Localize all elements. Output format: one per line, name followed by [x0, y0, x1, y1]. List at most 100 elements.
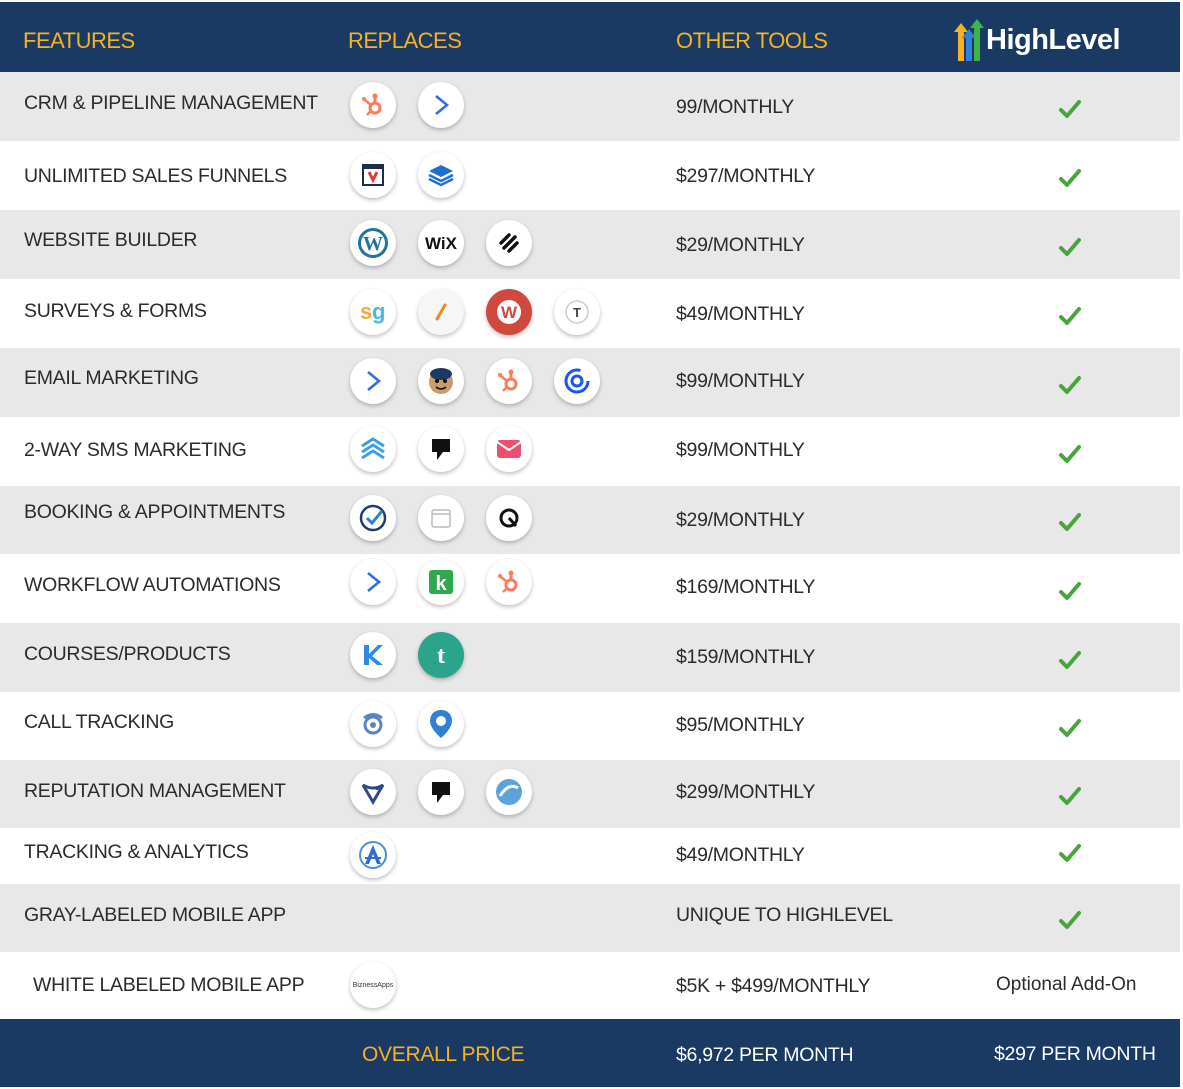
surveygizmo-icon: sg — [350, 289, 396, 335]
replaced-tools: BiznessApps — [350, 962, 396, 1008]
layers-icon — [350, 426, 396, 472]
leadpages-icon — [418, 152, 464, 198]
wordpress-icon: W — [350, 220, 396, 266]
mail-icon — [486, 426, 532, 472]
calendly-check-icon — [350, 495, 396, 541]
table-row: CALL TRACKING $95/MONTHLY — [0, 692, 1180, 760]
other-tools-total: $6,972 PER MONTH — [676, 1044, 854, 1066]
other-tools-price: $297/MONTHLY — [676, 165, 816, 187]
other-tools-price: $49/MONTHLY — [676, 303, 805, 325]
table-row: EMAIL MARKETING $99/MONTHLY — [0, 348, 1180, 417]
feature-label: WEBSITE BUILDER — [24, 229, 198, 251]
jotform-icon — [418, 289, 464, 335]
feature-label: GRAY-LABELED MOBILE APP — [24, 904, 286, 926]
feature-label: WHITE LABELED MOBILE APP — [33, 974, 305, 996]
svg-text:t: t — [437, 643, 445, 669]
table-row: WEBSITE BUILDER W WiX $29/MONTHLY — [0, 210, 1180, 279]
typeform-icon: T — [554, 289, 600, 335]
table-header: FEATURES REPLACES OTHER TOOLS HighLevel — [0, 2, 1180, 72]
feature-label: CALL TRACKING — [24, 711, 174, 733]
bizness-apps-label: BiznessApps — [352, 981, 394, 989]
other-tools-price: $29/MONTHLY — [676, 234, 805, 256]
svg-text:g: g — [372, 299, 385, 324]
table-row: CRM & PIPELINE MANAGEMENT 99/MONTHLY — [0, 72, 1180, 141]
checkmark-icon — [1058, 717, 1082, 739]
replaced-tools — [350, 701, 464, 747]
birdeye-icon — [350, 769, 396, 815]
svg-text:WiX: WiX — [425, 234, 458, 253]
replaced-tools: t — [350, 632, 464, 678]
hubspot-icon — [486, 358, 532, 404]
checkmark-icon — [1058, 167, 1082, 189]
activecampaign-icon — [350, 559, 396, 605]
replaced-tools — [350, 769, 532, 815]
table-row: 2-WAY SMS MARKETING $99/MONTHLY — [0, 417, 1180, 486]
svg-text:T: T — [573, 305, 581, 320]
replaced-tools: W WiX — [350, 220, 532, 266]
bizness-apps-icon: BiznessApps — [350, 962, 396, 1008]
feature-label: 2-WAY SMS MARKETING — [24, 439, 247, 461]
other-tools-price: 99/MONTHLY — [676, 96, 794, 118]
checkmark-icon — [1058, 649, 1082, 671]
replaced-tools: k — [350, 559, 532, 605]
checkmark-icon — [1058, 909, 1082, 931]
svg-text:W: W — [363, 233, 383, 255]
table-row: SURVEYS & FORMS s g W T $49/MONTHLY — [0, 279, 1180, 348]
other-tools-price: UNIQUE TO HIGHLEVEL — [676, 904, 893, 926]
podium-icon — [418, 426, 464, 472]
checkmark-icon — [1058, 580, 1082, 602]
kajabi-icon — [350, 632, 396, 678]
keap-icon: k — [418, 559, 464, 605]
feature-label: CRM & PIPELINE MANAGEMENT — [24, 92, 318, 114]
svg-text:k: k — [435, 573, 447, 595]
table-row: UNLIMITED SALES FUNNELS $297/MONTHLY — [0, 141, 1180, 210]
svg-text:s: s — [360, 299, 372, 324]
feature-label: UNLIMITED SALES FUNNELS — [24, 165, 287, 187]
table-row: COURSES/PRODUCTS t $159/MONTHLY — [0, 623, 1180, 692]
other-tools-price: $99/MONTHLY — [676, 370, 805, 392]
checkmark-icon — [1058, 785, 1082, 807]
replaced-tools — [350, 426, 532, 472]
teachable-icon: t — [418, 632, 464, 678]
calendar-icon — [418, 495, 464, 541]
replaced-tools — [350, 152, 464, 198]
hubspot-icon — [486, 559, 532, 605]
overall-price-label: OVERALL PRICE — [362, 1043, 525, 1066]
swirl-icon — [486, 769, 532, 815]
other-tools-price: $299/MONTHLY — [676, 781, 816, 803]
highlevel-brand: HighLevel — [986, 23, 1121, 56]
constantcontact-icon — [554, 358, 600, 404]
other-tools-price: $169/MONTHLY — [676, 576, 816, 598]
wix-icon: WiX — [418, 220, 464, 266]
other-tools-price: $29/MONTHLY — [676, 509, 805, 531]
checkmark-icon — [1058, 236, 1082, 258]
highlevel-arrows-icon — [954, 19, 984, 61]
table-row: TRACKING & ANALYTICS $49/MONTHLY — [0, 828, 1180, 884]
replaced-tools — [350, 495, 532, 541]
replaced-tools — [350, 832, 396, 878]
table-row: WORKFLOW AUTOMATIONS k $169/MONTHLY — [0, 554, 1180, 623]
other-tools-header: OTHER TOOLS — [676, 28, 828, 53]
other-tools-price: $95/MONTHLY — [676, 714, 805, 736]
other-tools-price: $99/MONTHLY — [676, 439, 805, 461]
table-row: GRAY-LABELED MOBILE APP UNIQUE TO HIGHLEV… — [0, 884, 1180, 952]
highlevel-total: $297 PER MONTH — [994, 1043, 1156, 1065]
comparison-table: FEATURES REPLACES OTHER TOOLS HighLevel … — [0, 0, 1182, 1089]
highlevel-logo: HighLevel — [954, 18, 1121, 62]
feature-label: BOOKING & APPOINTMENTS — [24, 501, 286, 523]
table-row: REPUTATION MANAGEMENT $299/MONTHLY — [0, 760, 1180, 828]
table-footer: OVERALL PRICE $6,972 PER MONTH $297 PER … — [0, 1019, 1180, 1087]
mailchimp-icon — [418, 358, 464, 404]
feature-label: EMAIL MARKETING — [24, 367, 199, 389]
replaces-header: REPLACES — [348, 28, 462, 53]
feature-label: TRACKING & ANALYTICS — [24, 841, 249, 863]
table-row: WHITE LABELED MOBILE APP BiznessApps $5K +… — [0, 952, 1180, 1019]
feature-label: WORKFLOW AUTOMATIONS — [24, 574, 281, 596]
replaced-tools — [350, 358, 600, 404]
replaced-tools: sg W T — [350, 289, 600, 335]
activecampaign-icon — [350, 358, 396, 404]
other-tools-price: $49/MONTHLY — [676, 844, 805, 866]
feature-label: REPUTATION MANAGEMENT — [24, 780, 286, 802]
features-header: FEATURES — [23, 28, 135, 53]
acuity-icon — [486, 495, 532, 541]
